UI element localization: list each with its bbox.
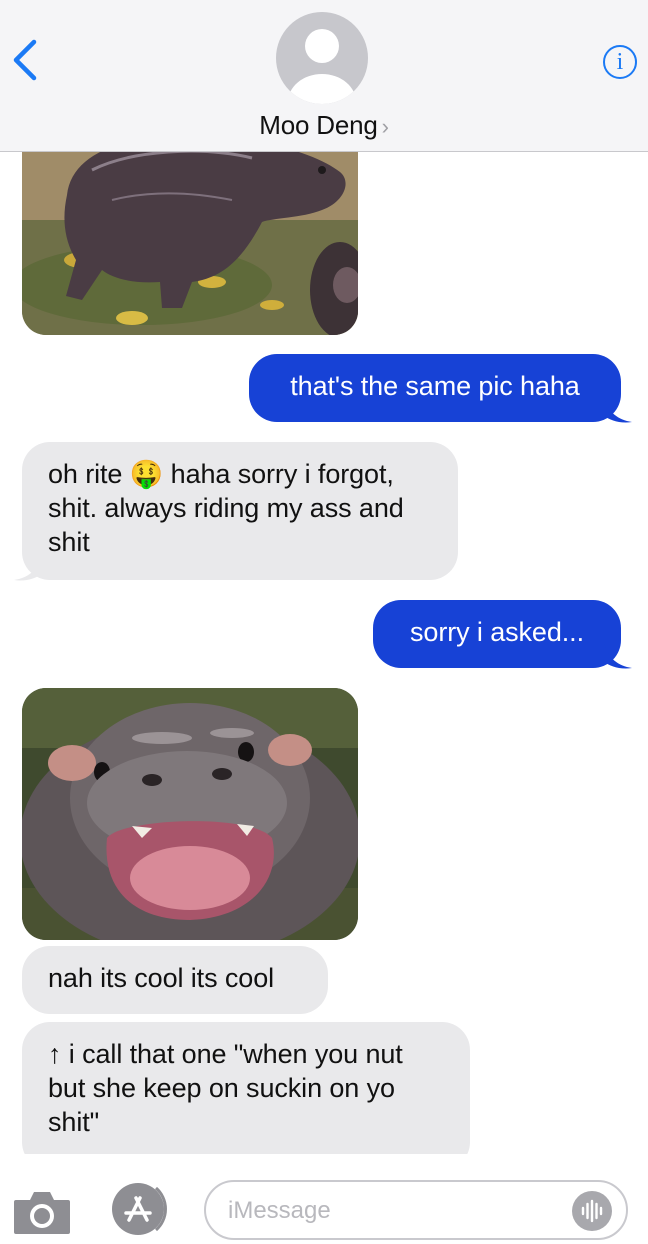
conversation-area[interactable]: that's the same pic haha oh rite 🤑 haha … [0, 0, 648, 1160]
chevron-right-icon: › [381, 114, 389, 139]
message-input[interactable] [228, 1196, 558, 1226]
message-bubble-outgoing[interactable]: that's the same pic haha [249, 354, 621, 422]
contact-name-button[interactable]: Moo Deng › [0, 110, 648, 141]
message-input-bar [0, 1154, 648, 1244]
audio-waveform-icon [581, 1199, 603, 1223]
bubble-tail-outgoing [604, 644, 632, 669]
conversation-header: Moo Deng › i [0, 0, 648, 152]
bubble-tail-incoming [14, 556, 42, 581]
hippo-open-mouth-image [22, 688, 358, 940]
message-bubble-outgoing[interactable]: sorry i asked... [373, 600, 621, 668]
contact-name: Moo Deng [259, 110, 378, 140]
contact-avatar[interactable] [276, 12, 368, 104]
camera-icon[interactable] [12, 1188, 72, 1236]
message-bubble-incoming[interactable]: nah its cool its cool [22, 946, 328, 1014]
bubble-tail-outgoing [604, 398, 632, 423]
message-bubble-incoming[interactable]: oh rite 🤑 haha sorry i forgot, shit. alw… [22, 442, 458, 580]
message-field[interactable] [204, 1180, 628, 1240]
person-silhouette-icon [288, 29, 356, 104]
app-store-icon[interactable] [104, 1180, 176, 1238]
back-chevron-icon[interactable] [10, 38, 42, 82]
message-photo-hippo-open-mouth[interactable] [22, 688, 358, 940]
audio-message-button[interactable] [572, 1191, 612, 1231]
message-bubble-incoming[interactable]: ↑ i call that one "when you nut but she … [22, 1022, 470, 1160]
info-icon[interactable]: i [603, 45, 637, 79]
